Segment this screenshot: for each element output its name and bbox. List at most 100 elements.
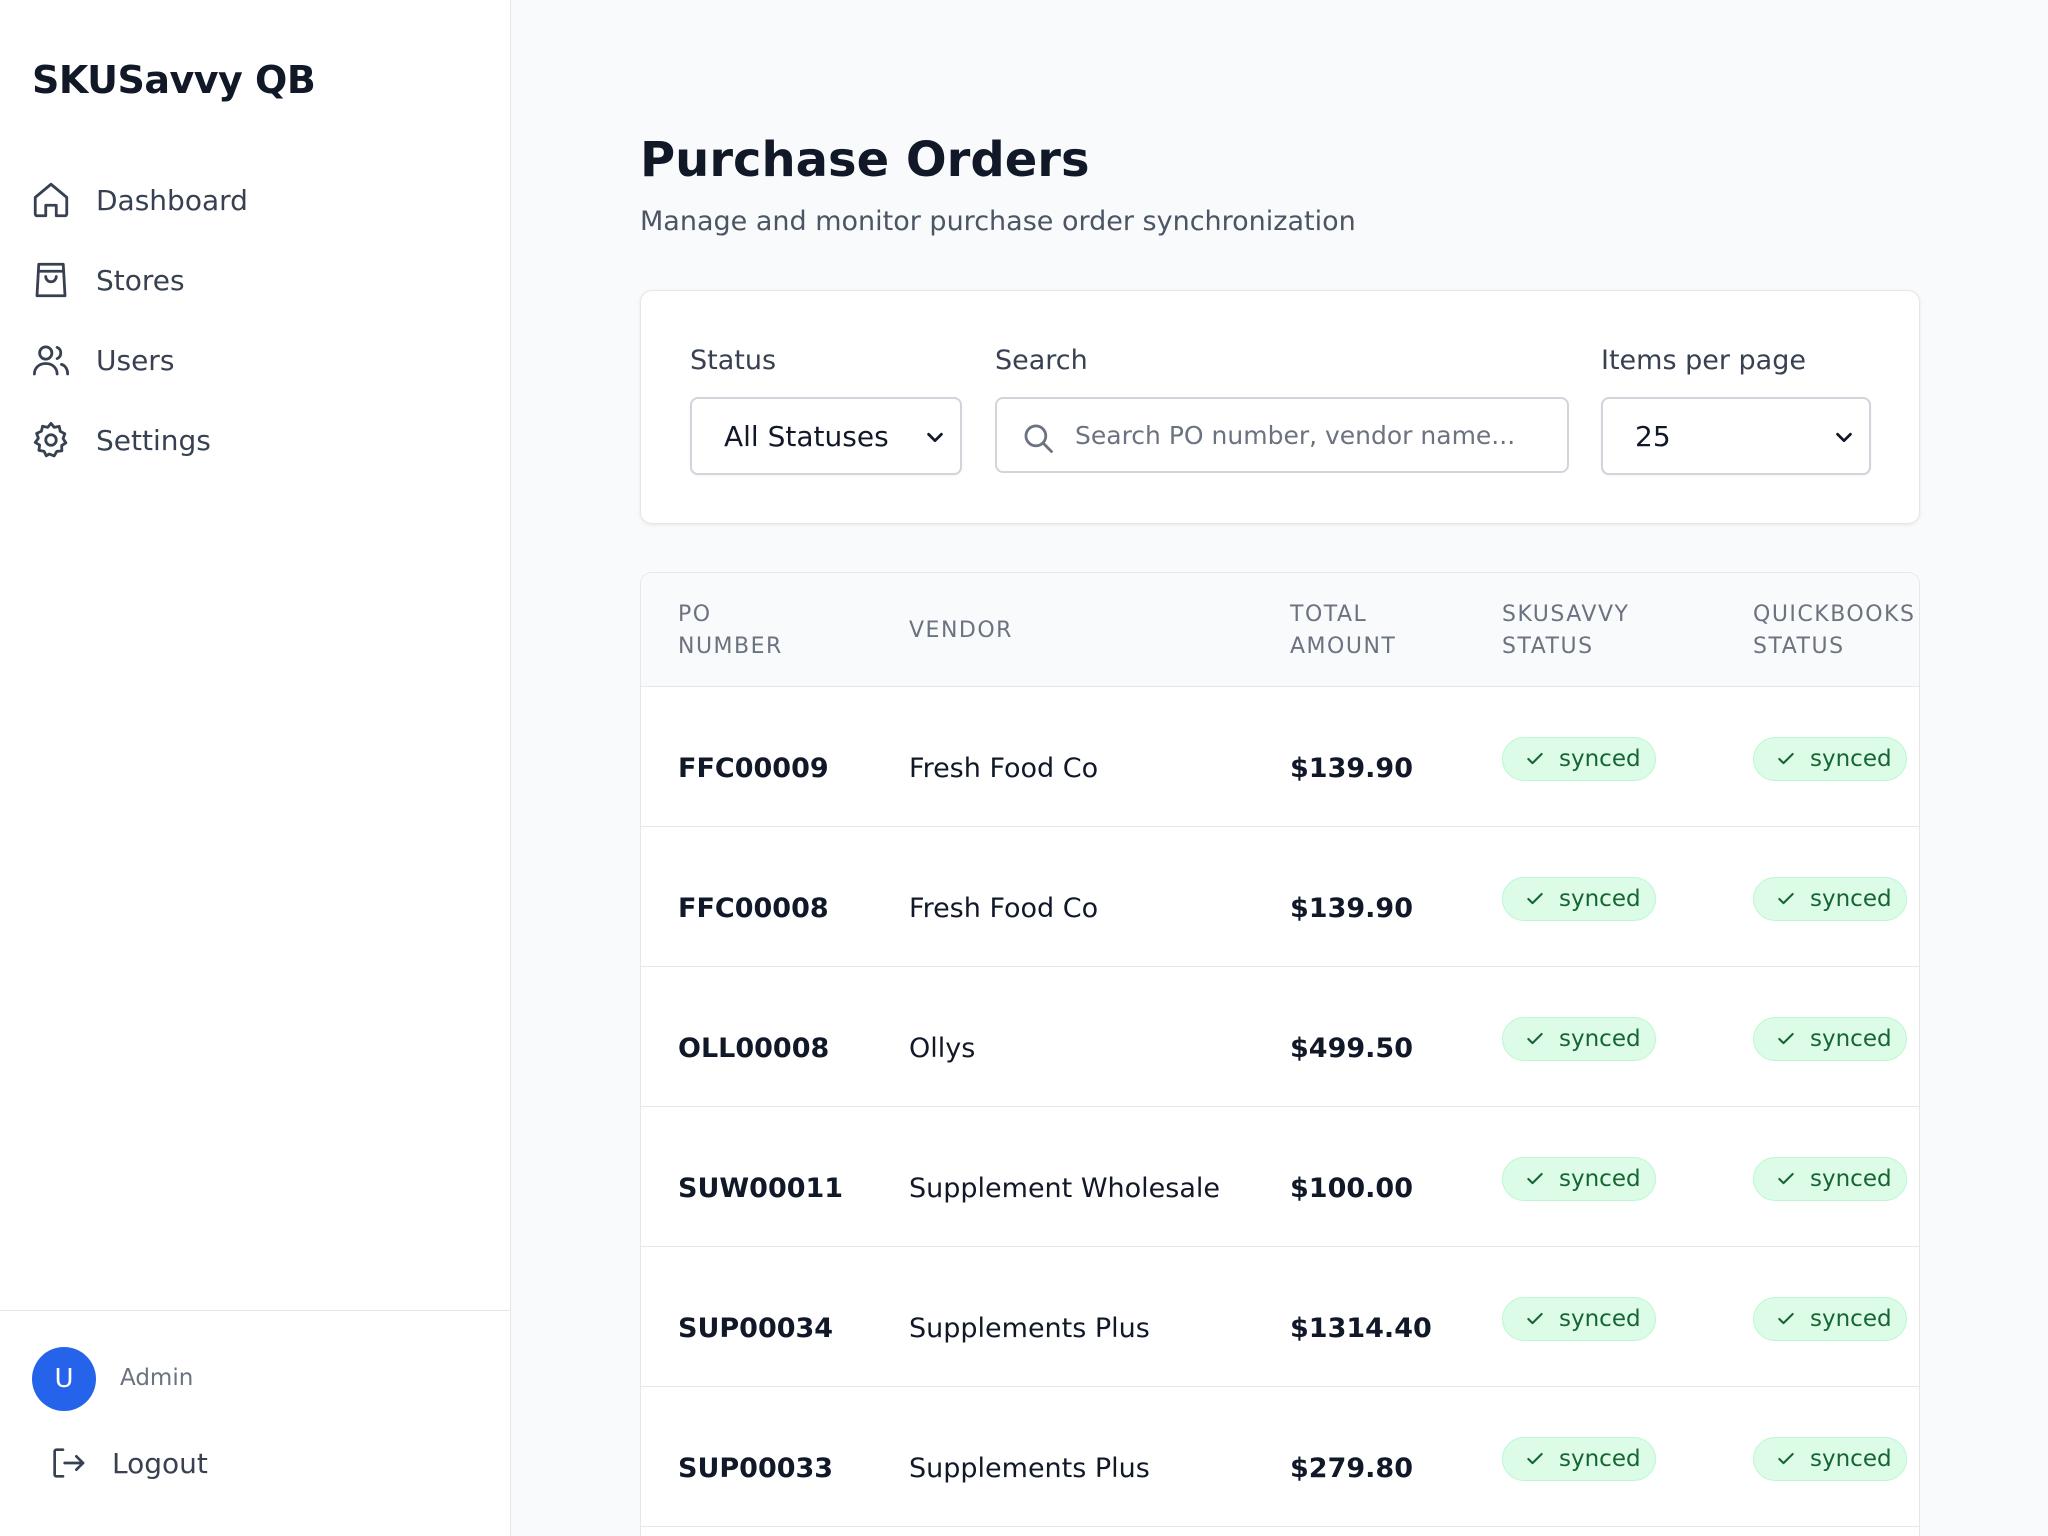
search-input[interactable] bbox=[1075, 409, 1545, 461]
table-row[interactable]: SUP00033 Supplements Plus $279.80 synced… bbox=[641, 1387, 1919, 1527]
quickbooks-status-badge: synced bbox=[1753, 877, 1907, 921]
page-title: Purchase Orders bbox=[640, 132, 1090, 188]
chevron-down-icon bbox=[1836, 432, 1852, 443]
status-text: synced bbox=[1559, 1446, 1641, 1472]
items-per-page-label: Items per page bbox=[1601, 345, 1806, 376]
vendor-name: Ollys bbox=[909, 1033, 976, 1064]
table-header: PO NUMBER VENDOR TOTAL AMOUNT SKUSAVVY S… bbox=[641, 573, 1919, 687]
total-amount: $499.50 bbox=[1290, 1033, 1413, 1064]
quickbooks-status-badge: synced bbox=[1753, 1297, 1907, 1341]
total-amount: $139.90 bbox=[1290, 753, 1413, 784]
column-header-total-amount[interactable]: TOTAL AMOUNT bbox=[1290, 599, 1396, 663]
quickbooks-status-badge: synced bbox=[1753, 737, 1907, 781]
user-role: Admin bbox=[120, 1365, 194, 1391]
total-amount: $139.90 bbox=[1290, 893, 1413, 924]
gear-icon bbox=[33, 421, 68, 458]
po-number[interactable]: SUW00011 bbox=[678, 1173, 843, 1204]
status-filter-label: Status bbox=[690, 345, 777, 376]
table-row[interactable]: FFC00008 Fresh Food Co $139.90 synced sy… bbox=[641, 827, 1919, 967]
status-text: synced bbox=[1559, 1166, 1641, 1192]
vendor-name: Supplements Plus bbox=[909, 1453, 1150, 1484]
check-icon bbox=[1527, 892, 1543, 905]
search-icon bbox=[1024, 424, 1053, 453]
sidebar-item-settings[interactable]: Settings bbox=[30, 410, 480, 470]
check-icon bbox=[1527, 1452, 1543, 1465]
column-header-quickbooks-status[interactable]: QUICKBOOKS STATUS bbox=[1753, 599, 1915, 663]
check-icon bbox=[1527, 1312, 1543, 1325]
items-per-page-select[interactable]: 25 bbox=[1601, 397, 1871, 475]
skusavvy-status-badge: synced bbox=[1502, 1157, 1656, 1201]
logout-button[interactable]: Logout bbox=[48, 1435, 208, 1491]
status-text: synced bbox=[1810, 1446, 1892, 1472]
po-number[interactable]: SUP00033 bbox=[678, 1453, 833, 1484]
column-header-po-number[interactable]: PO NUMBER bbox=[678, 599, 783, 663]
check-icon bbox=[1527, 1172, 1543, 1185]
logout-label: Logout bbox=[112, 1446, 208, 1480]
vendor-name: Supplements Plus bbox=[909, 1313, 1150, 1344]
table-row[interactable]: SUP00034 Supplements Plus $1314.40 synce… bbox=[641, 1247, 1919, 1387]
check-icon bbox=[1778, 1172, 1794, 1185]
status-select[interactable]: All Statuses bbox=[690, 397, 962, 475]
check-icon bbox=[1778, 1312, 1794, 1325]
logout-icon bbox=[53, 1448, 85, 1478]
sidebar-item-stores[interactable]: Stores bbox=[30, 250, 480, 310]
page-subtitle: Manage and monitor purchase order synchr… bbox=[640, 206, 1356, 237]
sidebar-item-label: Stores bbox=[96, 263, 185, 297]
quickbooks-status-badge: synced bbox=[1753, 1157, 1907, 1201]
sidebar-item-users[interactable]: Users bbox=[30, 330, 480, 390]
sidebar: SKUSavvy QB Dashboard Stores Users Setti… bbox=[0, 0, 511, 1536]
search-label: Search bbox=[995, 345, 1088, 376]
vendor-name: Supplement Wholesale bbox=[909, 1173, 1221, 1204]
po-number[interactable]: OLL00008 bbox=[678, 1033, 829, 1064]
status-select-value: All Statuses bbox=[724, 419, 889, 453]
check-icon bbox=[1527, 752, 1543, 765]
sidebar-item-label: Users bbox=[96, 343, 175, 377]
check-icon bbox=[1778, 1452, 1794, 1465]
total-amount: $1314.40 bbox=[1290, 1313, 1432, 1344]
column-header-skusavvy-status[interactable]: SKUSAVVY STATUS bbox=[1502, 599, 1629, 663]
status-text: synced bbox=[1559, 1026, 1641, 1052]
vendor-name: Fresh Food Co bbox=[909, 753, 1099, 784]
users-icon bbox=[32, 345, 70, 376]
po-number[interactable]: FFC00008 bbox=[678, 893, 829, 924]
purchase-orders-table: PO NUMBER VENDOR TOTAL AMOUNT SKUSAVVY S… bbox=[640, 572, 1920, 1536]
skusavvy-status-badge: synced bbox=[1502, 1017, 1656, 1061]
app-brand[interactable]: SKUSavvy QB bbox=[32, 58, 316, 102]
status-text: synced bbox=[1810, 1026, 1892, 1052]
sidebar-footer: U Admin Logout bbox=[0, 1310, 510, 1536]
check-icon bbox=[1778, 892, 1794, 905]
status-text: synced bbox=[1810, 746, 1892, 772]
filter-panel: Status All Statuses Search Items per pag… bbox=[640, 290, 1920, 524]
quickbooks-status-badge: synced bbox=[1753, 1437, 1907, 1481]
check-icon bbox=[1527, 1032, 1543, 1045]
avatar[interactable]: U bbox=[32, 1347, 96, 1411]
status-text: synced bbox=[1810, 1166, 1892, 1192]
sidebar-item-label: Settings bbox=[96, 423, 211, 457]
total-amount: $100.00 bbox=[1290, 1173, 1413, 1204]
status-text: synced bbox=[1559, 746, 1641, 772]
po-number[interactable]: FFC00009 bbox=[678, 753, 829, 784]
sidebar-item-label: Dashboard bbox=[96, 183, 248, 217]
sidebar-item-dashboard[interactable]: Dashboard bbox=[30, 170, 480, 230]
home-icon bbox=[33, 182, 69, 218]
skusavvy-status-badge: synced bbox=[1502, 1297, 1656, 1341]
items-per-page-value: 25 bbox=[1635, 419, 1671, 453]
check-icon bbox=[1778, 1032, 1794, 1045]
table-row[interactable]: OLL00008 Ollys $499.50 synced synced bbox=[641, 967, 1919, 1107]
status-text: synced bbox=[1810, 886, 1892, 912]
quickbooks-status-badge: synced bbox=[1753, 1017, 1907, 1061]
chevron-down-icon bbox=[927, 432, 943, 443]
po-number[interactable]: SUP00034 bbox=[678, 1313, 833, 1344]
status-text: synced bbox=[1559, 1306, 1641, 1332]
status-text: synced bbox=[1810, 1306, 1892, 1332]
check-icon bbox=[1778, 752, 1794, 765]
table-row[interactable]: SUW00011 Supplement Wholesale $100.00 sy… bbox=[641, 1107, 1919, 1247]
column-header-vendor[interactable]: VENDOR bbox=[909, 615, 1013, 647]
shopping-bag-icon bbox=[35, 262, 67, 298]
search-field[interactable] bbox=[995, 397, 1569, 473]
skusavvy-status-badge: synced bbox=[1502, 1437, 1656, 1481]
sidebar-nav: Dashboard Stores Users Settings bbox=[30, 170, 480, 490]
total-amount: $279.80 bbox=[1290, 1453, 1413, 1484]
table-row[interactable]: FFC00009 Fresh Food Co $139.90 synced sy… bbox=[641, 687, 1919, 827]
status-text: synced bbox=[1559, 886, 1641, 912]
